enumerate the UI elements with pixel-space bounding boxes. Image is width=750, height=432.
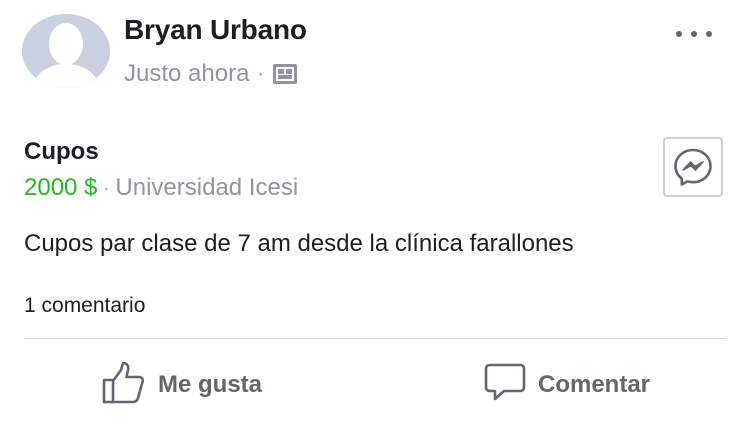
post-meta: Justo ahora · [124, 60, 298, 88]
comment-label: Comentar [538, 371, 651, 398]
thumbs-up-icon [102, 360, 146, 411]
listing-price-row: 2000 $ · Universidad Icesi [24, 174, 298, 202]
message-seller-button[interactable] [663, 137, 723, 197]
ellipsis-icon [691, 31, 697, 37]
like-button[interactable]: Me gusta [102, 360, 262, 410]
post-time[interactable]: Justo ahora [124, 60, 249, 88]
meta-separator: · [257, 62, 265, 85]
listing-title[interactable]: Cupos [24, 138, 99, 166]
comment-button[interactable]: Comentar [484, 360, 650, 410]
ellipsis-icon [676, 31, 682, 37]
author-name[interactable]: Bryan Urbano [124, 14, 307, 46]
listing-price: 2000 $ [24, 174, 98, 201]
comment-bubble-icon [484, 361, 526, 410]
listing-location[interactable]: Universidad Icesi [115, 174, 298, 202]
ellipsis-icon [706, 31, 712, 37]
price-separator: · [103, 177, 110, 198]
like-label: Me gusta [158, 371, 263, 398]
comments-count[interactable]: 1 comentario [24, 294, 145, 318]
photo-gallery-icon [272, 61, 298, 87]
more-options-button[interactable] [674, 20, 714, 48]
avatar[interactable] [22, 14, 110, 88]
default-profile-icon [22, 14, 110, 88]
messenger-icon [674, 148, 712, 186]
divider [24, 338, 726, 339]
listing-description: Cupos par clase de 7 am desde la clínica… [24, 230, 574, 257]
